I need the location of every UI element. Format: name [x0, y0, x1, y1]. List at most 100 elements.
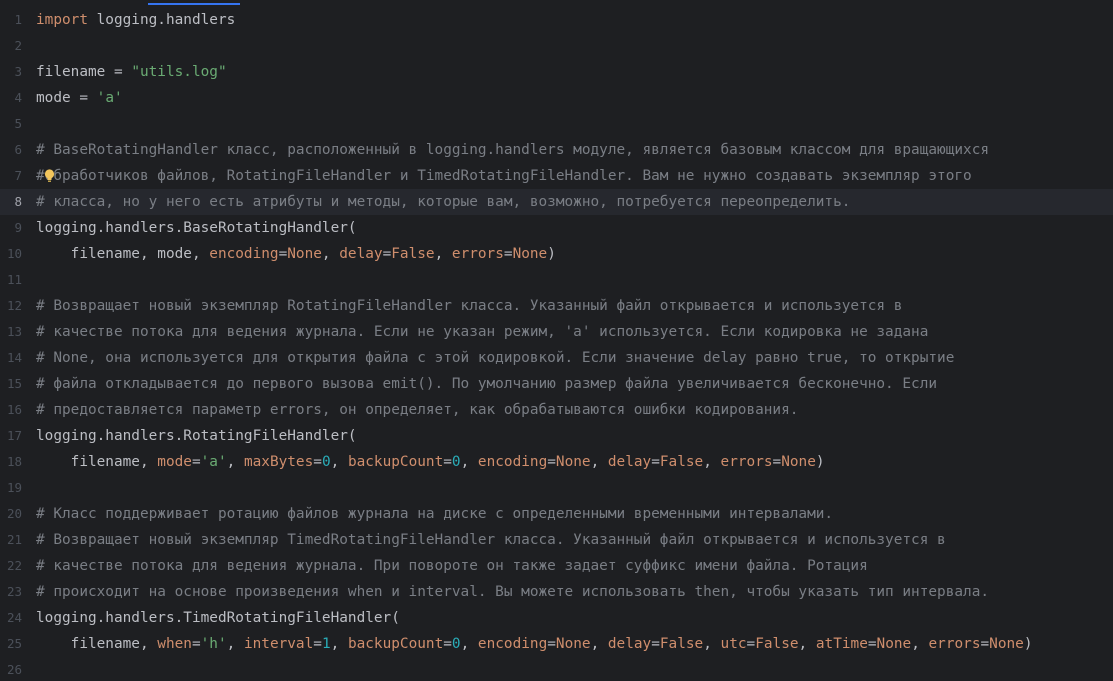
lightbulb-icon[interactable] — [44, 169, 55, 183]
code-token-kw: None — [876, 636, 912, 652]
code-line[interactable]: 5 — [0, 111, 1113, 137]
code-line[interactable]: 6 # BaseRotatingHandler класс, расположен… — [0, 137, 1113, 163]
code-token-plain: = — [547, 636, 556, 652]
code-token-plain: = — [191, 454, 201, 470]
code-line[interactable]: 11 — [0, 267, 1113, 293]
code-token-plain: , — [434, 246, 452, 262]
code-token-param: errors — [451, 246, 504, 262]
code-token-plain: = — [503, 246, 513, 262]
code-text[interactable]: #обработчиков файлов, RotatingFileHandle… — [36, 163, 972, 189]
code-text[interactable]: filename = "utils.log" — [36, 59, 227, 85]
code-line[interactable]: 12 # Возвращает новый экземпляр RotatingF… — [0, 293, 1113, 319]
line-number: 9 — [14, 220, 22, 235]
line-number: 13 — [6, 324, 22, 339]
code-line[interactable]: 22 # качестве потока для ведения журнала.… — [0, 553, 1113, 579]
line-number: 21 — [6, 532, 22, 547]
code-token-param: atTime — [815, 636, 868, 652]
code-token-plain: logging.handlers.RotatingFileHandler( — [36, 428, 357, 444]
code-token-cm: # файла откладывается до первого вызова … — [36, 376, 938, 392]
code-token-num: 0 — [451, 636, 461, 652]
code-line[interactable]: 14 # None, она используется для открытия … — [0, 345, 1113, 371]
line-number: 8 — [14, 194, 22, 209]
code-token-plain: filename, — [36, 454, 158, 470]
code-line[interactable]: 1 import logging.handlers — [0, 7, 1113, 33]
code-token-plain: , — [911, 636, 929, 652]
line-number: 24 — [6, 610, 22, 625]
code-line[interactable]: 20 # Класс поддерживает ротацию файлов жу… — [0, 501, 1113, 527]
line-number: 12 — [6, 298, 22, 313]
code-token-plain: = — [746, 636, 756, 652]
code-token-param: backupCount — [347, 636, 444, 652]
code-token-kw: False — [755, 636, 799, 652]
code-text[interactable]: filename, mode, encoding=None, delay=Fal… — [36, 241, 556, 267]
line-number: 2 — [14, 38, 22, 53]
code-token-plain: filename = — [36, 64, 132, 80]
code-text[interactable]: import logging.handlers — [36, 7, 235, 33]
code-line[interactable]: 10 filename, mode, encoding=None, delay=… — [0, 241, 1113, 267]
code-line[interactable]: 19 — [0, 475, 1113, 501]
code-line[interactable]: 21 # Возвращает новый экземпляр TimedRota… — [0, 527, 1113, 553]
code-text[interactable]: logging.handlers.BaseRotatingHandler( — [36, 215, 357, 241]
code-line[interactable]: 25 filename, when='h', interval=1, backu… — [0, 631, 1113, 657]
code-line[interactable]: 3 filename = "utils.log" — [0, 59, 1113, 85]
code-editor[interactable]: 1 import logging.handlers 2 3 filename = "ut… — [0, 0, 1113, 681]
code-text[interactable]: # файла откладывается до первого вызова … — [36, 371, 937, 397]
code-token-plain: ) — [815, 454, 825, 470]
code-text[interactable]: # Класс поддерживает ротацию файлов журн… — [36, 501, 833, 527]
code-token-plain: logging.handlers.TimedRotatingFileHandle… — [36, 610, 400, 626]
code-line[interactable]: 4 mode = 'a' — [0, 85, 1113, 111]
code-token-num: 0 — [321, 454, 331, 470]
code-line[interactable]: 18 filename, mode='a', maxBytes=0, backu… — [0, 449, 1113, 475]
code-text[interactable]: # предоставляется параметр errors, он оп… — [36, 397, 798, 423]
code-text[interactable]: filename, mode='a', maxBytes=0, backupCo… — [36, 449, 825, 475]
code-text[interactable]: logging.handlers.TimedRotatingFileHandle… — [36, 605, 400, 631]
line-number: 4 — [14, 90, 22, 105]
code-text[interactable]: # Возвращает новый экземпляр TimedRotati… — [36, 527, 946, 553]
code-token-plain: = — [867, 636, 877, 652]
code-text[interactable]: # класса, но у него есть атрибуты и мето… — [36, 189, 850, 215]
code-token-param: delay — [339, 246, 383, 262]
code-line[interactable]: 2 — [0, 33, 1113, 59]
code-line[interactable]: 23 # происходит на основе произведения wh… — [0, 579, 1113, 605]
code-token-param: encoding — [477, 454, 548, 470]
code-token-plain: , — [321, 246, 340, 262]
code-text[interactable]: # BaseRotatingHandler класс, расположенн… — [36, 137, 989, 163]
code-token-cm: # качестве потока для ведения журнала. П… — [36, 558, 868, 574]
code-text[interactable]: # Возвращает новый экземпляр RotatingFil… — [36, 293, 902, 319]
line-number: 1 — [14, 12, 22, 27]
code-token-param: when — [157, 636, 192, 652]
code-line[interactable]: 9 logging.handlers.BaseRotatingHandler( — [0, 215, 1113, 241]
code-text[interactable]: logging.handlers.RotatingFileHandler( — [36, 423, 357, 449]
code-line-current[interactable]: 8 # класса, но у него есть атрибуты и мет… — [0, 189, 1113, 215]
code-line[interactable]: 17 logging.handlers.RotatingFileHandler( — [0, 423, 1113, 449]
code-token-kw: None — [555, 636, 591, 652]
code-token-plain: = — [772, 454, 782, 470]
code-text[interactable]: # качестве потока для ведения журнала. П… — [36, 553, 868, 579]
code-token-param: errors — [720, 454, 773, 470]
line-number: 18 — [6, 454, 22, 469]
line-number: 26 — [6, 662, 22, 677]
line-number: 3 — [14, 64, 22, 79]
code-text[interactable]: mode = 'a' — [36, 85, 123, 111]
code-line[interactable]: 15 # файла откладывается до первого вызов… — [0, 371, 1113, 397]
code-text[interactable]: # None, она используется для открытия фа… — [36, 345, 954, 371]
code-token-str: 'h' — [200, 636, 227, 652]
line-number: 20 — [6, 506, 22, 521]
code-line[interactable]: 26 — [0, 657, 1113, 681]
code-text[interactable]: filename, when='h', interval=1, backupCo… — [36, 631, 1033, 657]
code-token-cm: # класса, но у него есть атрибуты и мето… — [36, 194, 851, 210]
code-token-kw: None — [287, 246, 322, 262]
code-line[interactable]: 7 #обработчиков файлов, RotatingFileHandl… — [0, 163, 1113, 189]
code-text[interactable]: # качестве потока для ведения журнала. Е… — [36, 319, 928, 345]
line-number: 11 — [6, 272, 22, 287]
code-token-plain: = — [443, 454, 452, 470]
code-line[interactable]: 24 logging.handlers.TimedRotatingFileHand… — [0, 605, 1113, 631]
code-text[interactable]: # происходит на основе произведения when… — [36, 579, 989, 605]
code-lines[interactable]: 1 import logging.handlers 2 3 filename = "ut… — [0, 7, 1113, 681]
line-number: 19 — [6, 480, 22, 495]
code-token-plain: , — [330, 636, 348, 652]
code-token-kw: False — [659, 636, 704, 652]
line-number: 7 — [14, 168, 22, 183]
code-line[interactable]: 16 # предоставляется параметр errors, он … — [0, 397, 1113, 423]
code-line[interactable]: 13 # качестве потока для ведения журнала.… — [0, 319, 1113, 345]
